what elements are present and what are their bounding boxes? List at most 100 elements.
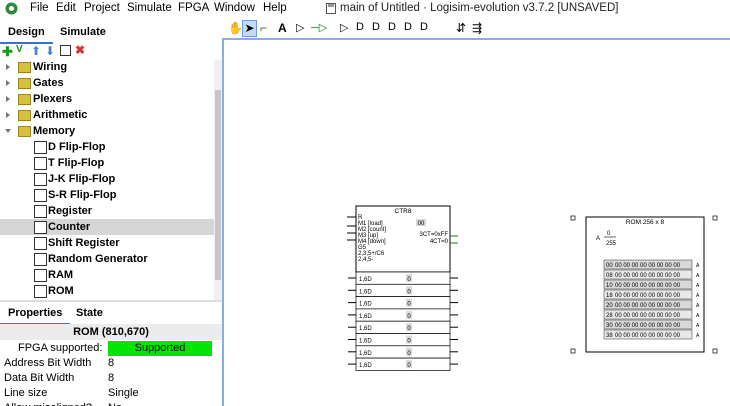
tree-item[interactable]: Gates [0,75,214,91]
tree-item[interactable]: J-K Flip-Flop [0,171,214,187]
text-tool-icon[interactable]: A [278,21,287,35]
or-gate-icon[interactable]: D [372,21,380,33]
nand-gate-icon[interactable]: D [388,21,396,33]
circuit-canvas[interactable]: CTR8 R M1 [load] M2 [count] M3 [up] M4 [down… [222,38,730,406]
counter-icon[interactable]: ⇶ [472,21,482,35]
property-row[interactable]: Data Bit Width 8 [0,371,214,386]
property-row[interactable]: Allow misaligned? No [0,401,214,406]
edit-appearance-icon[interactable] [60,45,71,56]
component-tree: Wiring Gates Plexers Arithmetic Memory D Flip… [0,60,214,300]
property-value[interactable]: Supported [108,341,212,356]
tree-item[interactable]: Memory [0,123,214,139]
property-value[interactable]: 8 [108,356,114,371]
expanded-arrow-icon[interactable] [5,129,11,133]
rom-component[interactable]: ROM 256 x 8 A 0 255 00 00 00 00 00 00 00 … [570,215,718,354]
rom-row-address: 18 [606,293,613,299]
tree-item-label: Random Generator [48,253,148,265]
property-row[interactable]: Line size Single [0,386,214,401]
component-icon [34,157,47,170]
scrollbar-thumb[interactable] [215,90,221,280]
rom-row-address: 08 [606,273,613,279]
menu-simulate[interactable]: Simulate [127,2,172,14]
rom-row-data: 00 00 00 00 00 00 00 00 [615,313,681,319]
rom-row-data: 00 00 00 00 00 00 00 00 [615,333,681,339]
tree-item-label: Plexers [33,93,73,105]
rom-row-address: 30 [606,323,613,329]
tree-item[interactable]: S-R Flip-Flop [0,187,214,203]
tree-item-label: D Flip-Flop [48,141,106,153]
tree-item[interactable]: Wiring [0,60,214,75]
tab-simulate[interactable]: Simulate [52,22,114,42]
tree-item[interactable]: Shift Register [0,235,214,251]
tree-item[interactable]: Plexers [0,91,214,107]
tree-item[interactable]: T Flip-Flop [0,155,214,171]
counter-component[interactable]: CTR8 RM1 [load]M2 [count]M3 [up]M4 [down… [347,205,458,371]
select-tool-icon[interactable]: ➤ [242,20,257,37]
tree-item[interactable]: Arithmetic [0,107,214,123]
properties-title: ROM (810,670) [0,324,222,340]
counter-bit-label: 1,6D [359,302,372,308]
menu-help[interactable]: Help [263,2,287,14]
and-gate-icon[interactable]: D [356,21,364,33]
counter-bit-label: 1,6D [359,277,372,283]
counter-bit-label: 1,6D [359,289,372,295]
menu-project[interactable]: Project [84,2,120,14]
counter-value: 00 [418,221,425,227]
tree-item-label: T Flip-Flop [48,157,105,169]
tree-item-label: ROM [48,285,74,297]
poke-tool-icon[interactable]: ✋ [228,21,243,35]
property-value[interactable]: Single [108,386,139,401]
counter-bit-label: 1,6D [359,326,372,332]
counter-bit-label: 1,6D [359,351,372,357]
rom-row-address: 00 [606,263,613,269]
tree-item[interactable]: RAM [0,267,214,283]
collapsed-arrow-icon[interactable] [6,96,10,102]
tab-design[interactable]: Design [0,22,53,44]
tree-item-label: Register [48,205,93,217]
canvas-toolbar: ✋ ➤ ⌐ A ▷ ─▷ ▷ D D D D D ⇵ ⇶ [222,20,730,38]
move-down-icon[interactable]: ⬇ [45,44,55,58]
tree-item[interactable]: Register [0,203,214,219]
property-value[interactable]: 8 [108,371,114,386]
tab-state[interactable]: State [68,303,111,323]
component-icon [34,141,47,154]
add-circuit-icon[interactable]: ✚ [2,44,13,60]
counter-control-label: 2,4,5- [358,257,373,263]
rom-range-bottom: 255 [606,241,617,247]
panel-divider[interactable] [0,300,222,302]
input-pin-icon[interactable]: ▷ [296,21,304,34]
menu-window[interactable]: Window [214,2,255,14]
collapsed-arrow-icon[interactable] [6,80,10,86]
property-row[interactable]: FPGA supported: Supported [0,341,214,356]
register-icon[interactable]: ⇵ [456,21,466,35]
rom-addr-label: A [596,236,600,242]
property-row[interactable]: Address Bit Width 8 [0,356,214,371]
tree-item[interactable]: ROM [0,283,214,299]
not-gate-icon[interactable]: ▷ [340,21,348,34]
property-value[interactable]: No [108,401,122,406]
menu-file[interactable]: File [30,2,49,14]
delete-icon[interactable]: ✖ [75,43,85,57]
wiring-tool-icon[interactable]: ⌐ [260,21,267,35]
rom-title: ROM 256 x 8 [626,219,665,226]
tree-scrollbar[interactable] [214,60,222,300]
menu-edit[interactable]: Edit [56,2,76,14]
component-icon [34,253,47,266]
collapsed-arrow-icon[interactable] [6,112,10,118]
tab-properties[interactable]: Properties [0,303,71,325]
xor-gate-icon[interactable]: D [420,21,428,33]
move-up-icon[interactable]: ⬆ [31,44,41,58]
component-icon [34,173,47,186]
output-pin-icon[interactable]: ─▷ [311,21,327,34]
rom-row-data: 00 00 00 00 00 00 00 00 [615,283,681,289]
nor-gate-icon[interactable]: D [404,21,412,33]
tree-item[interactable]: Counter [0,219,214,235]
tree-item-label: Arithmetic [33,109,88,121]
tree-item[interactable]: Random Generator [0,251,214,267]
tree-item[interactable]: D Flip-Flop [0,139,214,155]
tree-item-label: Counter [48,221,91,233]
tree-item-label: J-K Flip-Flop [48,173,116,185]
menu-fpga[interactable]: FPGA [178,2,209,14]
add-vhdl-icon[interactable]: V [16,44,23,55]
collapsed-arrow-icon[interactable] [6,64,10,70]
